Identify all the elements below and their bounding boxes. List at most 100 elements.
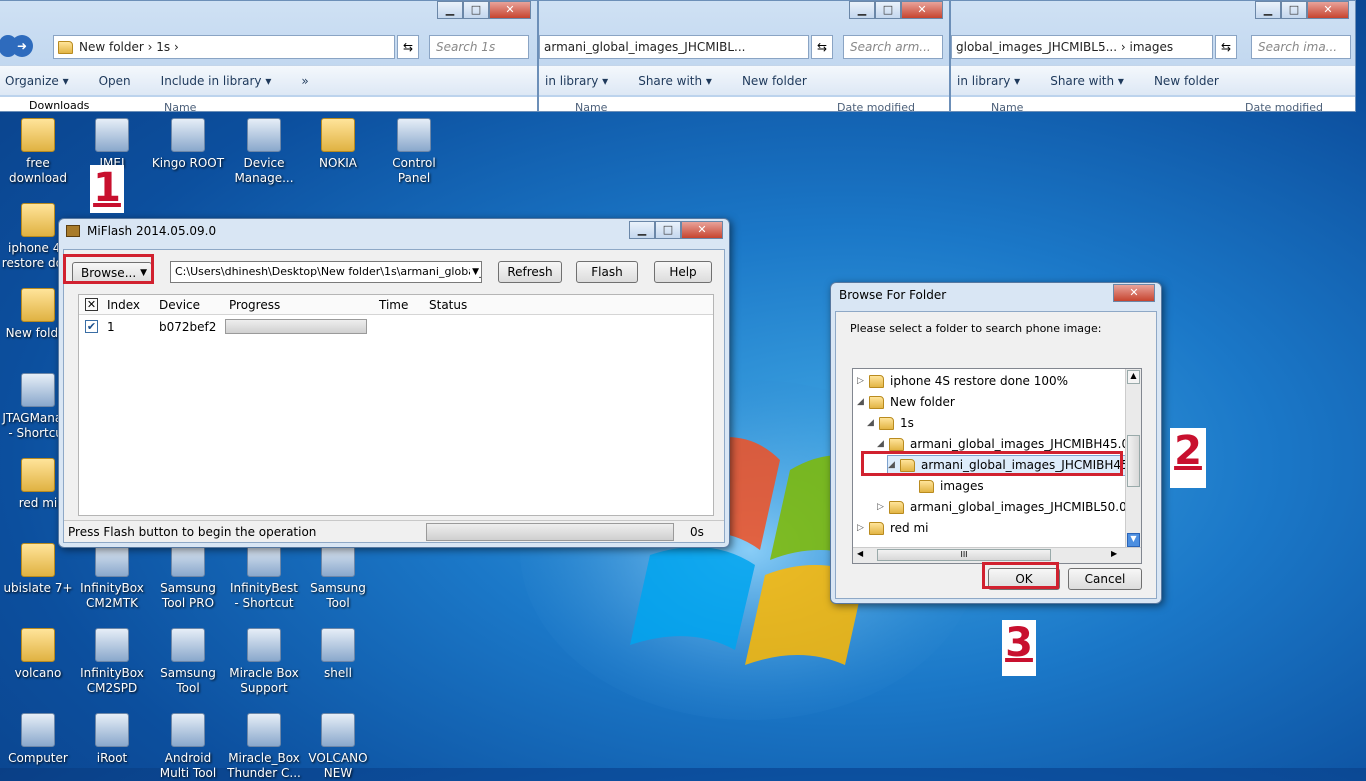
column-index[interactable]: Index — [107, 298, 140, 312]
refresh-address-button[interactable]: ⇆ — [1215, 35, 1237, 59]
application-icon — [21, 373, 55, 407]
tree-expander-icon[interactable]: ▷ — [857, 371, 869, 392]
share-with-menu[interactable]: Share with ▾ — [638, 74, 712, 88]
tree-item[interactable]: ◢ 1s — [867, 413, 914, 434]
help-button[interactable]: Help — [654, 261, 712, 283]
close-button[interactable]: ✕ — [489, 1, 531, 19]
close-button[interactable]: ✕ — [681, 221, 723, 239]
desktop-icon[interactable]: Kingo ROOT — [150, 118, 226, 171]
tree-expander-icon[interactable]: ◢ — [867, 413, 879, 434]
path-combobox[interactable]: C:\Users\dhinesh\Desktop\New folder\1s\a… — [170, 261, 482, 283]
column-header-row: Name Date modified — [951, 97, 1355, 111]
application-icon — [171, 118, 205, 152]
row-checkbox[interactable]: ✔ — [85, 320, 98, 333]
open-button[interactable]: Open — [99, 74, 131, 88]
new-folder-button[interactable]: New folder — [1154, 74, 1219, 88]
column-time[interactable]: Time — [379, 298, 408, 312]
desktop-icon[interactable]: VOLCANO NEW — [300, 713, 376, 781]
column-status[interactable]: Status — [429, 298, 467, 312]
column-date-modified[interactable]: Date modified — [1245, 101, 1323, 111]
desktop-icon-label: Computer — [8, 751, 68, 765]
tree-expander-icon[interactable]: ▷ — [857, 518, 869, 539]
minimize-button[interactable]: ▁ — [849, 1, 875, 19]
search-input[interactable]: Search ima... — [1251, 35, 1351, 59]
device-list-header: ✕ Index Device Progress Time Status — [79, 295, 713, 315]
scroll-thumb[interactable] — [1127, 435, 1140, 487]
include-in-library-menu[interactable]: in library ▾ — [545, 74, 608, 88]
organize-menu[interactable]: Organize ▾ — [5, 74, 69, 88]
table-row[interactable]: ✔ 1 b072bef2 — [79, 317, 713, 337]
cancel-button[interactable]: Cancel — [1068, 568, 1142, 590]
tree-item[interactable]: ▷ red mi — [857, 518, 929, 539]
maximize-button[interactable]: □ — [1281, 1, 1307, 19]
search-input[interactable]: Search arm... — [843, 35, 943, 59]
address-bar[interactable]: global_images_JHCMIBL5... › images — [951, 35, 1213, 59]
desktop-icon[interactable]: InfinityBox CM2SPD — [74, 628, 150, 696]
desktop-icon[interactable]: Computer — [0, 713, 76, 766]
tree-expander-icon[interactable]: ◢ — [857, 392, 869, 413]
scroll-down-button[interactable]: ▼ — [1127, 533, 1140, 547]
tree-item[interactable]: ▷ armani_global_images_JHCMIBL50.0_4.3_ — [877, 497, 1141, 518]
include-in-library-menu[interactable]: Include in library ▾ — [161, 74, 272, 88]
include-in-library-menu[interactable]: in library ▾ — [957, 74, 1020, 88]
desktop-icon[interactable]: Samsung Tool — [300, 543, 376, 611]
desktop-icon[interactable]: InfinityBox CM2MTK — [74, 543, 150, 611]
column-name[interactable]: Name — [164, 101, 196, 111]
column-name[interactable]: Name — [991, 101, 1023, 111]
folder-icon — [21, 458, 55, 492]
refresh-address-button[interactable]: ⇆ — [811, 35, 833, 59]
column-progress[interactable]: Progress — [229, 298, 280, 312]
desktop-icon[interactable]: Control Panel — [376, 118, 452, 186]
desktop-icon[interactable]: Miracle_Box Thunder C... — [226, 713, 302, 781]
minimize-button[interactable]: ▁ — [1255, 1, 1281, 19]
minimize-button[interactable]: ▁ — [629, 221, 655, 239]
more-commands-button[interactable]: » — [301, 74, 308, 88]
tree-item[interactable]: ◢ New folder — [857, 392, 955, 413]
horizontal-scrollbar[interactable]: ◀ III ▶ — [853, 547, 1141, 563]
vertical-scrollbar[interactable]: ▲ ▼ — [1125, 369, 1141, 549]
address-bar[interactable]: armani_global_images_JHCMIBL... — [539, 35, 809, 59]
minimize-button[interactable]: ▁ — [437, 1, 463, 19]
desktop-icon[interactable]: ubislate 7+ — [0, 543, 76, 596]
scroll-right-button[interactable]: ▶ — [1111, 549, 1117, 558]
select-all-checkbox[interactable]: ✕ — [85, 298, 98, 311]
tree-item[interactable]: ▷ iphone 4S restore done 100% — [857, 371, 1068, 392]
flash-button[interactable]: Flash — [576, 261, 638, 283]
desktop-icon[interactable]: Miracle Box Support — [226, 628, 302, 696]
scroll-left-button[interactable]: ◀ — [857, 549, 863, 558]
nav-item-downloads[interactable]: Downloads — [29, 99, 89, 111]
close-button[interactable]: ✕ — [1113, 284, 1155, 302]
close-button[interactable]: ✕ — [1307, 1, 1349, 19]
folder-icon — [889, 501, 904, 514]
row-index: 1 — [107, 320, 115, 334]
desktop-icon[interactable]: Device Manage... — [226, 118, 302, 186]
desktop-icon[interactable]: shell — [300, 628, 376, 681]
forward-button[interactable]: ➜ — [11, 35, 33, 57]
column-name[interactable]: Name — [575, 101, 607, 111]
desktop-icon[interactable]: Samsung Tool PRO — [150, 543, 226, 611]
share-with-menu[interactable]: Share with ▾ — [1050, 74, 1124, 88]
desktop-icon[interactable]: IMEI — [74, 118, 150, 171]
refresh-address-button[interactable]: ⇆ — [397, 35, 419, 59]
desktop-icon[interactable]: InfinityBest - Shortcut — [226, 543, 302, 611]
desktop-icon[interactable]: volcano — [0, 628, 76, 681]
maximize-button[interactable]: □ — [463, 1, 489, 19]
hscroll-thumb[interactable]: III — [877, 549, 1051, 561]
maximize-button[interactable]: □ — [875, 1, 901, 19]
column-device[interactable]: Device — [159, 298, 200, 312]
desktop-icon[interactable]: NOKIA — [300, 118, 376, 171]
tree-item[interactable]: images — [907, 476, 984, 497]
address-bar[interactable]: New folder › 1s › — [53, 35, 395, 59]
close-button[interactable]: ✕ — [901, 1, 943, 19]
desktop-icon[interactable]: free download — [0, 118, 76, 186]
desktop-icon[interactable]: Samsung Tool — [150, 628, 226, 696]
scroll-up-button[interactable]: ▲ — [1127, 370, 1140, 384]
desktop-icon[interactable]: Android Multi Tool — [150, 713, 226, 781]
search-input[interactable]: Search 1s — [429, 35, 529, 59]
new-folder-button[interactable]: New folder — [742, 74, 807, 88]
maximize-button[interactable]: □ — [655, 221, 681, 239]
column-date-modified[interactable]: Date modified — [837, 101, 915, 111]
desktop-icon[interactable]: iRoot — [74, 713, 150, 766]
tree-expander-icon[interactable]: ▷ — [877, 497, 889, 518]
refresh-button[interactable]: Refresh — [498, 261, 562, 283]
